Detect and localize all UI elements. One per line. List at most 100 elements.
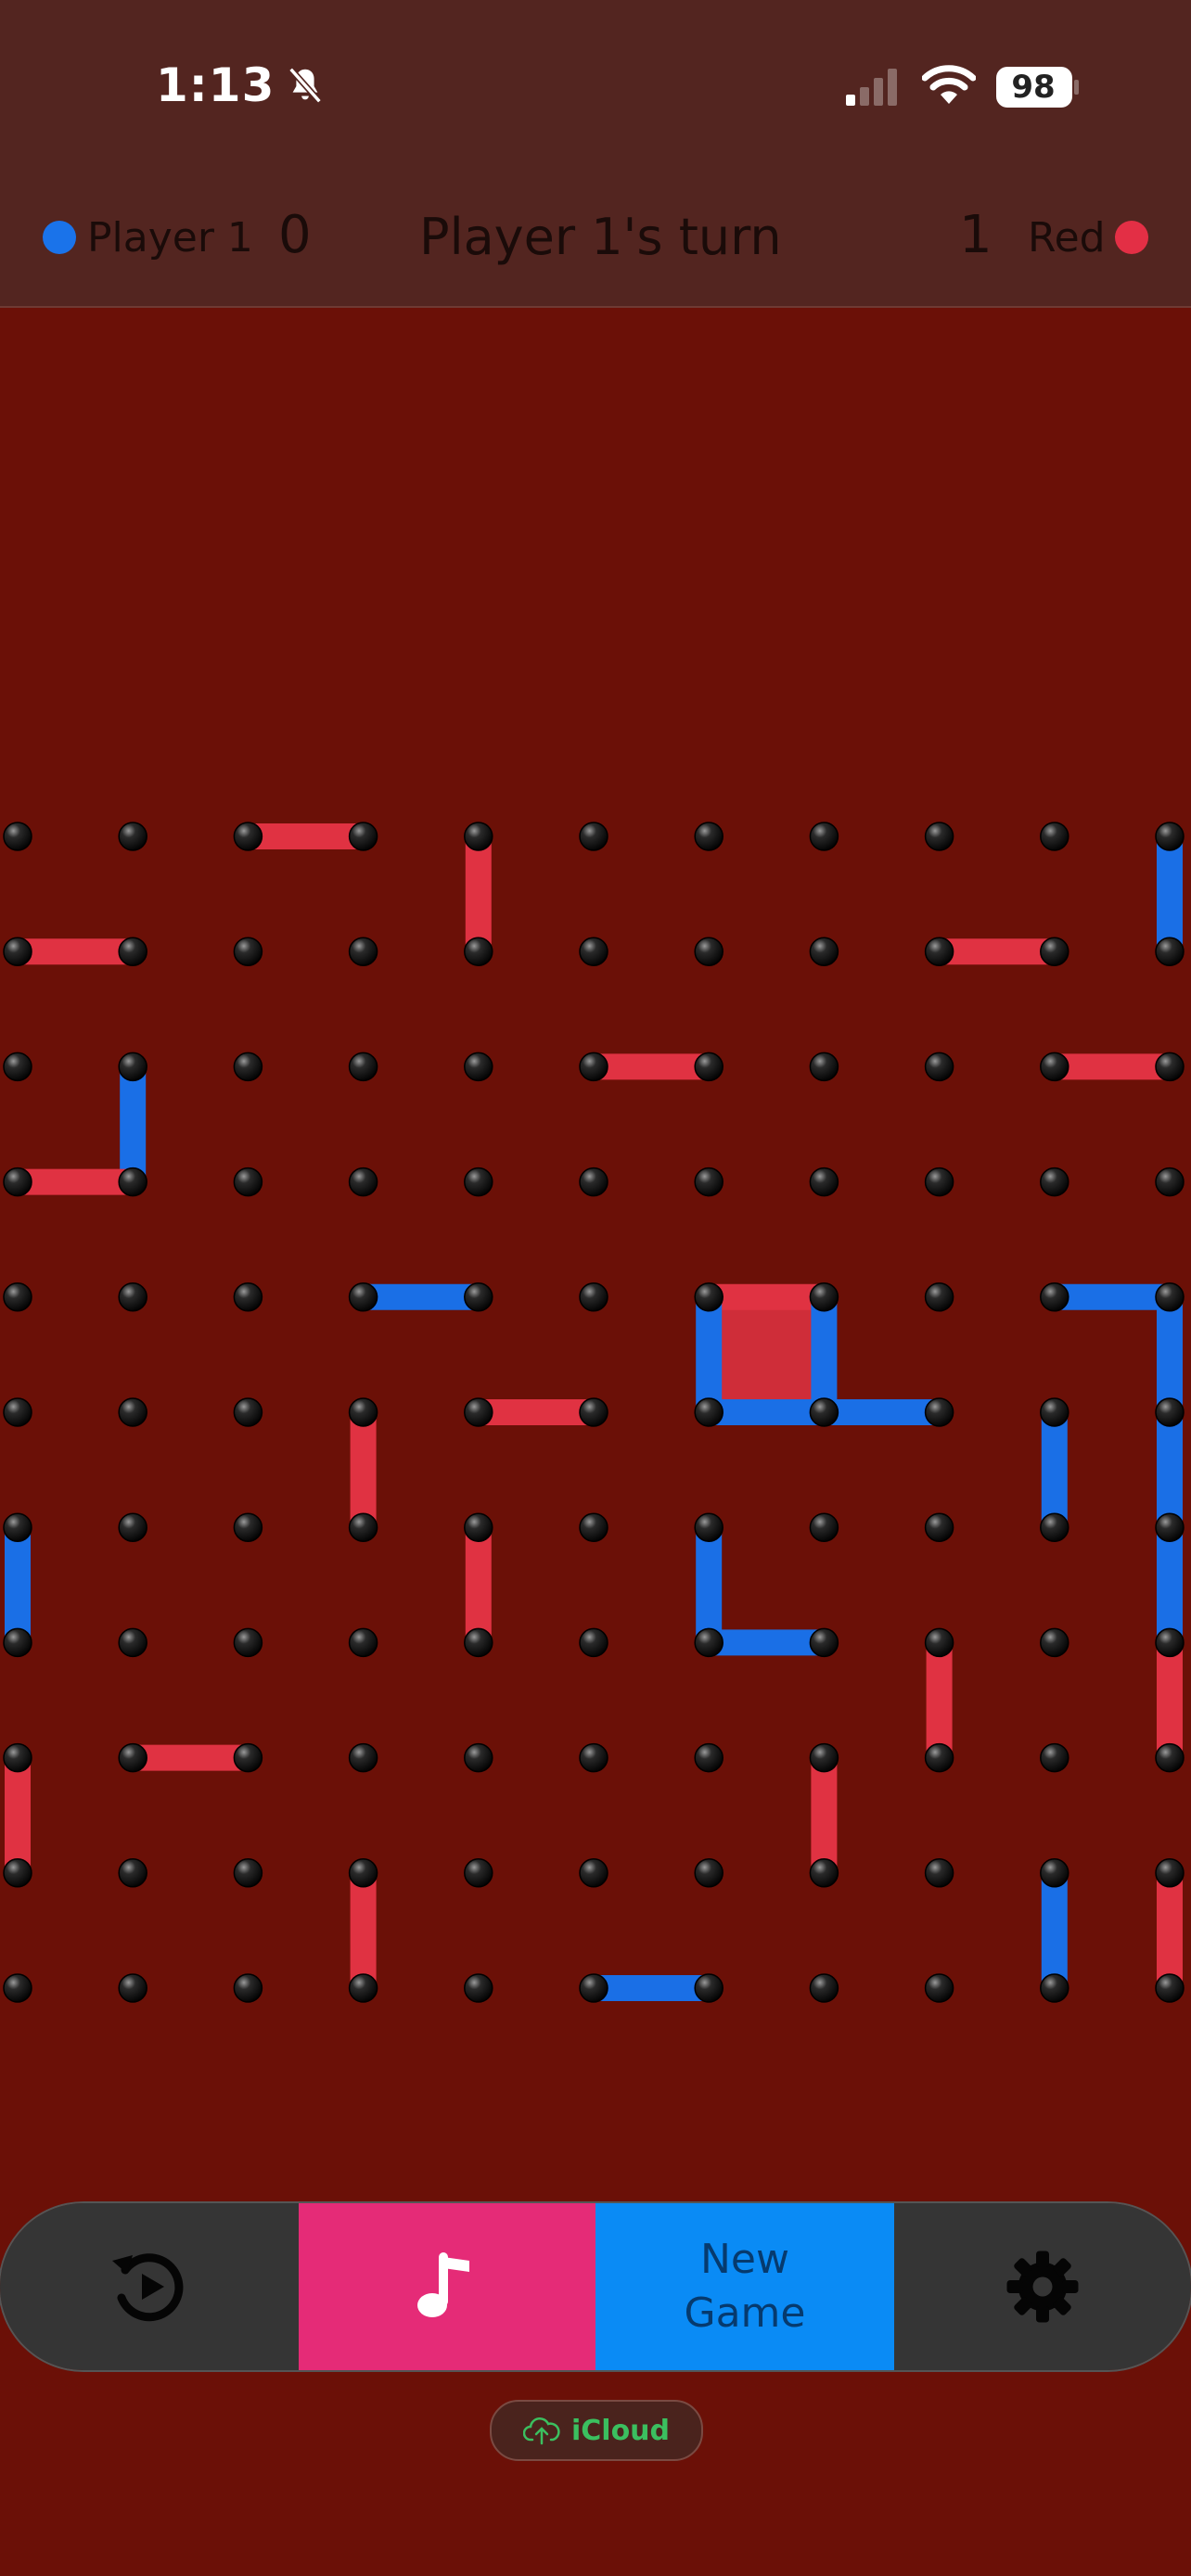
grid-dot[interactable] xyxy=(233,1858,263,1888)
grid-dot[interactable] xyxy=(3,822,32,851)
grid-dot[interactable] xyxy=(118,1167,147,1197)
grid-dot[interactable] xyxy=(233,1973,263,2003)
grid-dot[interactable] xyxy=(1040,1052,1069,1082)
grid-dot[interactable] xyxy=(694,1397,724,1427)
grid-dot[interactable] xyxy=(464,1742,493,1773)
music-button[interactable] xyxy=(299,2203,596,2370)
grid-dot[interactable] xyxy=(809,1282,839,1312)
grid-dot[interactable] xyxy=(233,937,263,966)
grid-dot[interactable] xyxy=(3,1512,32,1542)
grid-dot[interactable] xyxy=(694,1512,724,1542)
grid-dot[interactable] xyxy=(1155,1742,1185,1773)
grid-dot[interactable] xyxy=(924,1742,954,1773)
grid-dot[interactable] xyxy=(1155,937,1185,966)
grid-dot[interactable] xyxy=(233,1397,263,1427)
grid-dot[interactable] xyxy=(1040,1282,1069,1312)
grid-dot[interactable] xyxy=(694,1973,724,2003)
grid-dot[interactable] xyxy=(3,1167,32,1197)
grid-dot[interactable] xyxy=(924,1167,954,1197)
grid-dot[interactable] xyxy=(348,1397,378,1427)
grid-dot[interactable] xyxy=(1155,1397,1185,1427)
grid-dot[interactable] xyxy=(579,1742,608,1773)
grid-dot[interactable] xyxy=(694,1052,724,1082)
grid-dot[interactable] xyxy=(464,1973,493,2003)
grid-dot[interactable] xyxy=(348,1052,378,1082)
grid-dot[interactable] xyxy=(3,1973,32,2003)
undo-button[interactable] xyxy=(0,2203,299,2370)
grid-dot[interactable] xyxy=(579,937,608,966)
grid-dot[interactable] xyxy=(1155,1627,1185,1658)
grid-dot[interactable] xyxy=(118,1397,147,1427)
grid-dot[interactable] xyxy=(118,1973,147,2003)
board-canvas[interactable] xyxy=(0,0,1191,2576)
grid-dot[interactable] xyxy=(924,1512,954,1542)
grid-dot[interactable] xyxy=(579,1397,608,1427)
game-board[interactable] xyxy=(0,0,1191,2576)
grid-dot[interactable] xyxy=(809,1742,839,1773)
grid-dot[interactable] xyxy=(1040,1858,1069,1888)
grid-dot[interactable] xyxy=(118,1858,147,1888)
grid-dot[interactable] xyxy=(1040,1397,1069,1427)
grid-dot[interactable] xyxy=(233,1512,263,1542)
grid-dot[interactable] xyxy=(348,1282,378,1312)
grid-dot[interactable] xyxy=(348,937,378,966)
grid-dot[interactable] xyxy=(348,822,378,851)
grid-dot[interactable] xyxy=(579,1512,608,1542)
grid-dot[interactable] xyxy=(348,1627,378,1658)
grid-dot[interactable] xyxy=(809,1512,839,1542)
grid-dot[interactable] xyxy=(694,937,724,966)
grid-dot[interactable] xyxy=(809,822,839,851)
grid-dot[interactable] xyxy=(694,822,724,851)
grid-dot[interactable] xyxy=(1040,937,1069,966)
grid-dot[interactable] xyxy=(809,937,839,966)
grid-dot[interactable] xyxy=(464,1052,493,1082)
grid-dot[interactable] xyxy=(3,1282,32,1312)
grid-dot[interactable] xyxy=(348,1858,378,1888)
grid-dot[interactable] xyxy=(233,1167,263,1197)
new-game-button[interactable]: New Game xyxy=(596,2203,894,2370)
grid-dot[interactable] xyxy=(464,1167,493,1197)
grid-dot[interactable] xyxy=(924,1052,954,1082)
grid-dot[interactable] xyxy=(118,1282,147,1312)
grid-dot[interactable] xyxy=(233,1052,263,1082)
grid-dot[interactable] xyxy=(233,1282,263,1312)
grid-dot[interactable] xyxy=(809,1973,839,2003)
grid-dot[interactable] xyxy=(579,1858,608,1888)
grid-dot[interactable] xyxy=(1155,1973,1185,2003)
grid-dot[interactable] xyxy=(464,937,493,966)
grid-dot[interactable] xyxy=(464,1627,493,1658)
grid-dot[interactable] xyxy=(118,1627,147,1658)
grid-dot[interactable] xyxy=(348,1973,378,2003)
grid-dot[interactable] xyxy=(118,937,147,966)
grid-dot[interactable] xyxy=(809,1627,839,1658)
settings-button[interactable] xyxy=(894,2203,1191,2370)
grid-dot[interactable] xyxy=(924,1973,954,2003)
grid-dot[interactable] xyxy=(579,822,608,851)
grid-dot[interactable] xyxy=(694,1858,724,1888)
icloud-sync-button[interactable]: iCloud xyxy=(490,2400,703,2461)
grid-dot[interactable] xyxy=(1040,822,1069,851)
grid-dot[interactable] xyxy=(809,1858,839,1888)
grid-dot[interactable] xyxy=(3,1052,32,1082)
grid-dot[interactable] xyxy=(464,1282,493,1312)
grid-dot[interactable] xyxy=(809,1052,839,1082)
grid-dot[interactable] xyxy=(1040,1627,1069,1658)
grid-dot[interactable] xyxy=(924,1397,954,1427)
grid-dot[interactable] xyxy=(1040,1167,1069,1197)
grid-dot[interactable] xyxy=(694,1627,724,1658)
grid-dot[interactable] xyxy=(118,1512,147,1542)
grid-dot[interactable] xyxy=(579,1282,608,1312)
grid-dot[interactable] xyxy=(464,1512,493,1542)
grid-dot[interactable] xyxy=(579,1167,608,1197)
grid-dot[interactable] xyxy=(233,822,263,851)
grid-dot[interactable] xyxy=(924,937,954,966)
grid-dot[interactable] xyxy=(924,1282,954,1312)
grid-dot[interactable] xyxy=(1040,1512,1069,1542)
grid-dot[interactable] xyxy=(809,1397,839,1427)
grid-dot[interactable] xyxy=(464,1397,493,1427)
grid-dot[interactable] xyxy=(694,1282,724,1312)
grid-dot[interactable] xyxy=(924,1627,954,1658)
grid-dot[interactable] xyxy=(3,1742,32,1773)
grid-dot[interactable] xyxy=(3,937,32,966)
grid-dot[interactable] xyxy=(924,1858,954,1888)
